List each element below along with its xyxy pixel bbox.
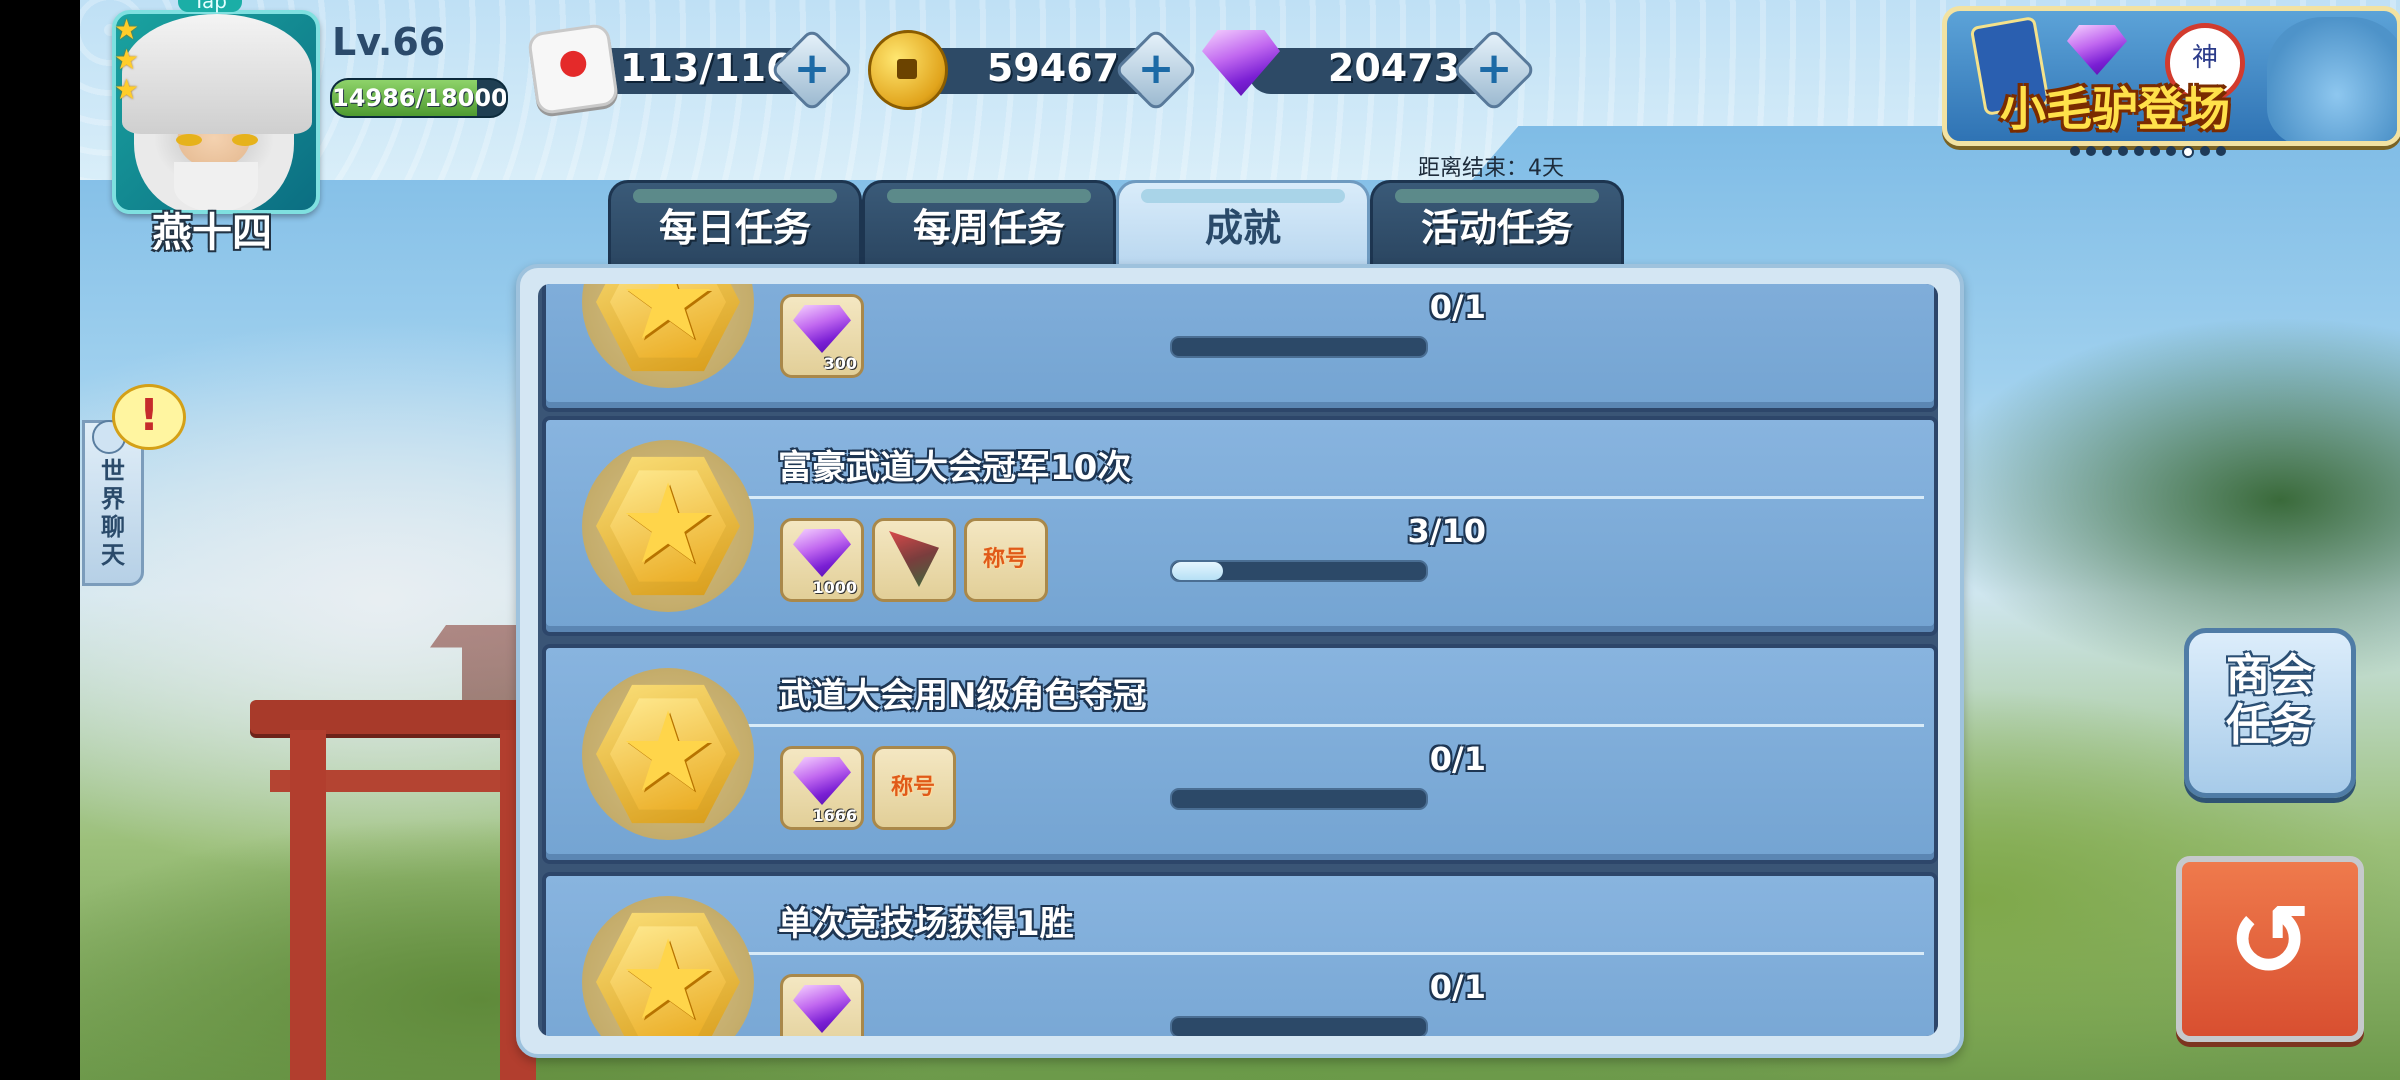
banner-page-indicator[interactable] xyxy=(2070,146,2226,158)
gem-icon xyxy=(793,757,851,805)
reward-qty: 300 xyxy=(823,354,857,373)
event-title: 小毛驴登场 xyxy=(2000,82,2230,136)
task-title: 单次竞技场获得1胜 xyxy=(778,904,1074,944)
back-button[interactable]: ↺ xyxy=(2176,856,2364,1042)
banner-page-dot[interactable] xyxy=(2070,146,2080,156)
task-progress-bar xyxy=(1170,1016,1428,1036)
task-progress-bar xyxy=(1170,788,1428,810)
countdown-text: 距离结束：4天 xyxy=(1418,156,1564,181)
banner-page-dot[interactable] xyxy=(2200,146,2210,156)
guild-tasks-label: 商会 任务 xyxy=(2226,650,2314,751)
tab-achievements[interactable]: 成就 xyxy=(1116,180,1370,269)
reward-drill[interactable] xyxy=(872,518,956,602)
dice-icon xyxy=(526,22,620,116)
gem-resource: 20473 + xyxy=(1202,27,1537,113)
banner-page-dot[interactable] xyxy=(2182,146,2194,158)
achievement-medal-icon: ★ xyxy=(582,284,754,388)
donkey-icon xyxy=(2267,17,2397,141)
task-row: ★ 武道大会用N级角色夺冠 1666 称号 0/1 xyxy=(542,644,1938,864)
player-avatar[interactable] xyxy=(112,10,320,214)
banner-page-dot[interactable] xyxy=(2086,146,2096,156)
player-level: Lv.66 xyxy=(332,20,446,64)
gem-icon xyxy=(1202,30,1280,96)
rank-star-icon: ★ xyxy=(114,13,140,46)
reward-gem[interactable] xyxy=(780,974,864,1036)
reward-gem[interactable]: 1666 xyxy=(780,746,864,830)
banner-page-dot[interactable] xyxy=(2216,146,2226,156)
gem-icon xyxy=(793,305,851,353)
exp-text: 14986/18000 xyxy=(332,84,508,112)
tap-badge: Tap xyxy=(178,0,242,13)
coin-icon xyxy=(868,30,948,110)
banner-page-dot[interactable] xyxy=(2150,146,2160,156)
exp-bar: 14986/18000 xyxy=(330,78,508,118)
rank-star-icon: ★ xyxy=(114,73,140,106)
task-row: ★ 300 0/1 xyxy=(542,284,1938,412)
rank-star-icon: ★ xyxy=(114,43,140,76)
banner-page-dot[interactable] xyxy=(2166,146,2176,156)
task-progress-bar xyxy=(1170,336,1428,358)
player-name: 燕十四 xyxy=(152,210,272,256)
drill-icon xyxy=(889,531,939,587)
gem-icon xyxy=(793,985,851,1033)
reward-qty: 1666 xyxy=(812,806,857,825)
task-title: 富豪武道大会冠军10次 xyxy=(778,448,1132,488)
task-title: 武道大会用N级角色夺冠 xyxy=(778,676,1147,716)
tab-event-tasks[interactable]: 活动任务 xyxy=(1370,180,1624,269)
event-banner[interactable]: 神 小毛驴登场 xyxy=(1942,6,2400,146)
world-chat-label: 世界聊天 xyxy=(101,457,125,569)
task-progress-text: 0/1 xyxy=(1429,288,1486,326)
reward-qty: 1000 xyxy=(812,578,857,597)
task-progress-text: 3/10 xyxy=(1407,512,1486,550)
task-progress-bar xyxy=(1170,560,1428,582)
back-arrow-icon: ↺ xyxy=(2228,882,2312,999)
task-list[interactable]: ★ 300 0/1 ★ 富豪武道大会冠军10次 1000 称号 3/10 ★ 武… xyxy=(538,284,1938,1036)
banner-page-dot[interactable] xyxy=(2102,146,2112,156)
stamina-resource: 113/116 + xyxy=(526,22,855,116)
achievement-medal-icon: ★ xyxy=(582,896,754,1036)
gem-icon xyxy=(2067,25,2127,75)
coin-resource: 59467 + xyxy=(868,27,1199,113)
task-row: ★ 富豪武道大会冠军10次 1000 称号 3/10 xyxy=(542,416,1938,636)
task-progress-text: 0/1 xyxy=(1429,740,1486,778)
reward-title-badge[interactable]: 称号 xyxy=(872,746,956,830)
task-progress-text: 0/1 xyxy=(1429,968,1486,1006)
stamina-value: 113/116 xyxy=(620,46,793,90)
tab-daily-tasks[interactable]: 每日任务 xyxy=(608,180,862,269)
reward-gem[interactable]: 1000 xyxy=(780,518,864,602)
banner-page-dot[interactable] xyxy=(2134,146,2144,156)
gem-icon xyxy=(793,529,851,577)
task-row: ★ 单次竞技场获得1胜 0/1 xyxy=(542,872,1938,1036)
title-badge: 称号 xyxy=(982,547,1027,572)
achievement-medal-icon: ★ xyxy=(582,440,754,612)
chat-alert-icon[interactable]: ! xyxy=(112,384,186,450)
task-list-panel: ★ 300 0/1 ★ 富豪武道大会冠军10次 1000 称号 3/10 ★ 武… xyxy=(516,264,1964,1058)
banner-page-dot[interactable] xyxy=(2118,146,2128,156)
achievement-medal-icon: ★ xyxy=(582,668,754,840)
guild-tasks-button[interactable]: 商会 任务 xyxy=(2184,628,2356,798)
tab-weekly-tasks[interactable]: 每周任务 xyxy=(862,180,1116,269)
reward-title-badge[interactable]: 称号 xyxy=(964,518,1048,602)
task-progress-fill xyxy=(1172,562,1223,580)
title-badge: 称号 xyxy=(890,775,935,800)
reward-gem[interactable]: 300 xyxy=(780,294,864,378)
